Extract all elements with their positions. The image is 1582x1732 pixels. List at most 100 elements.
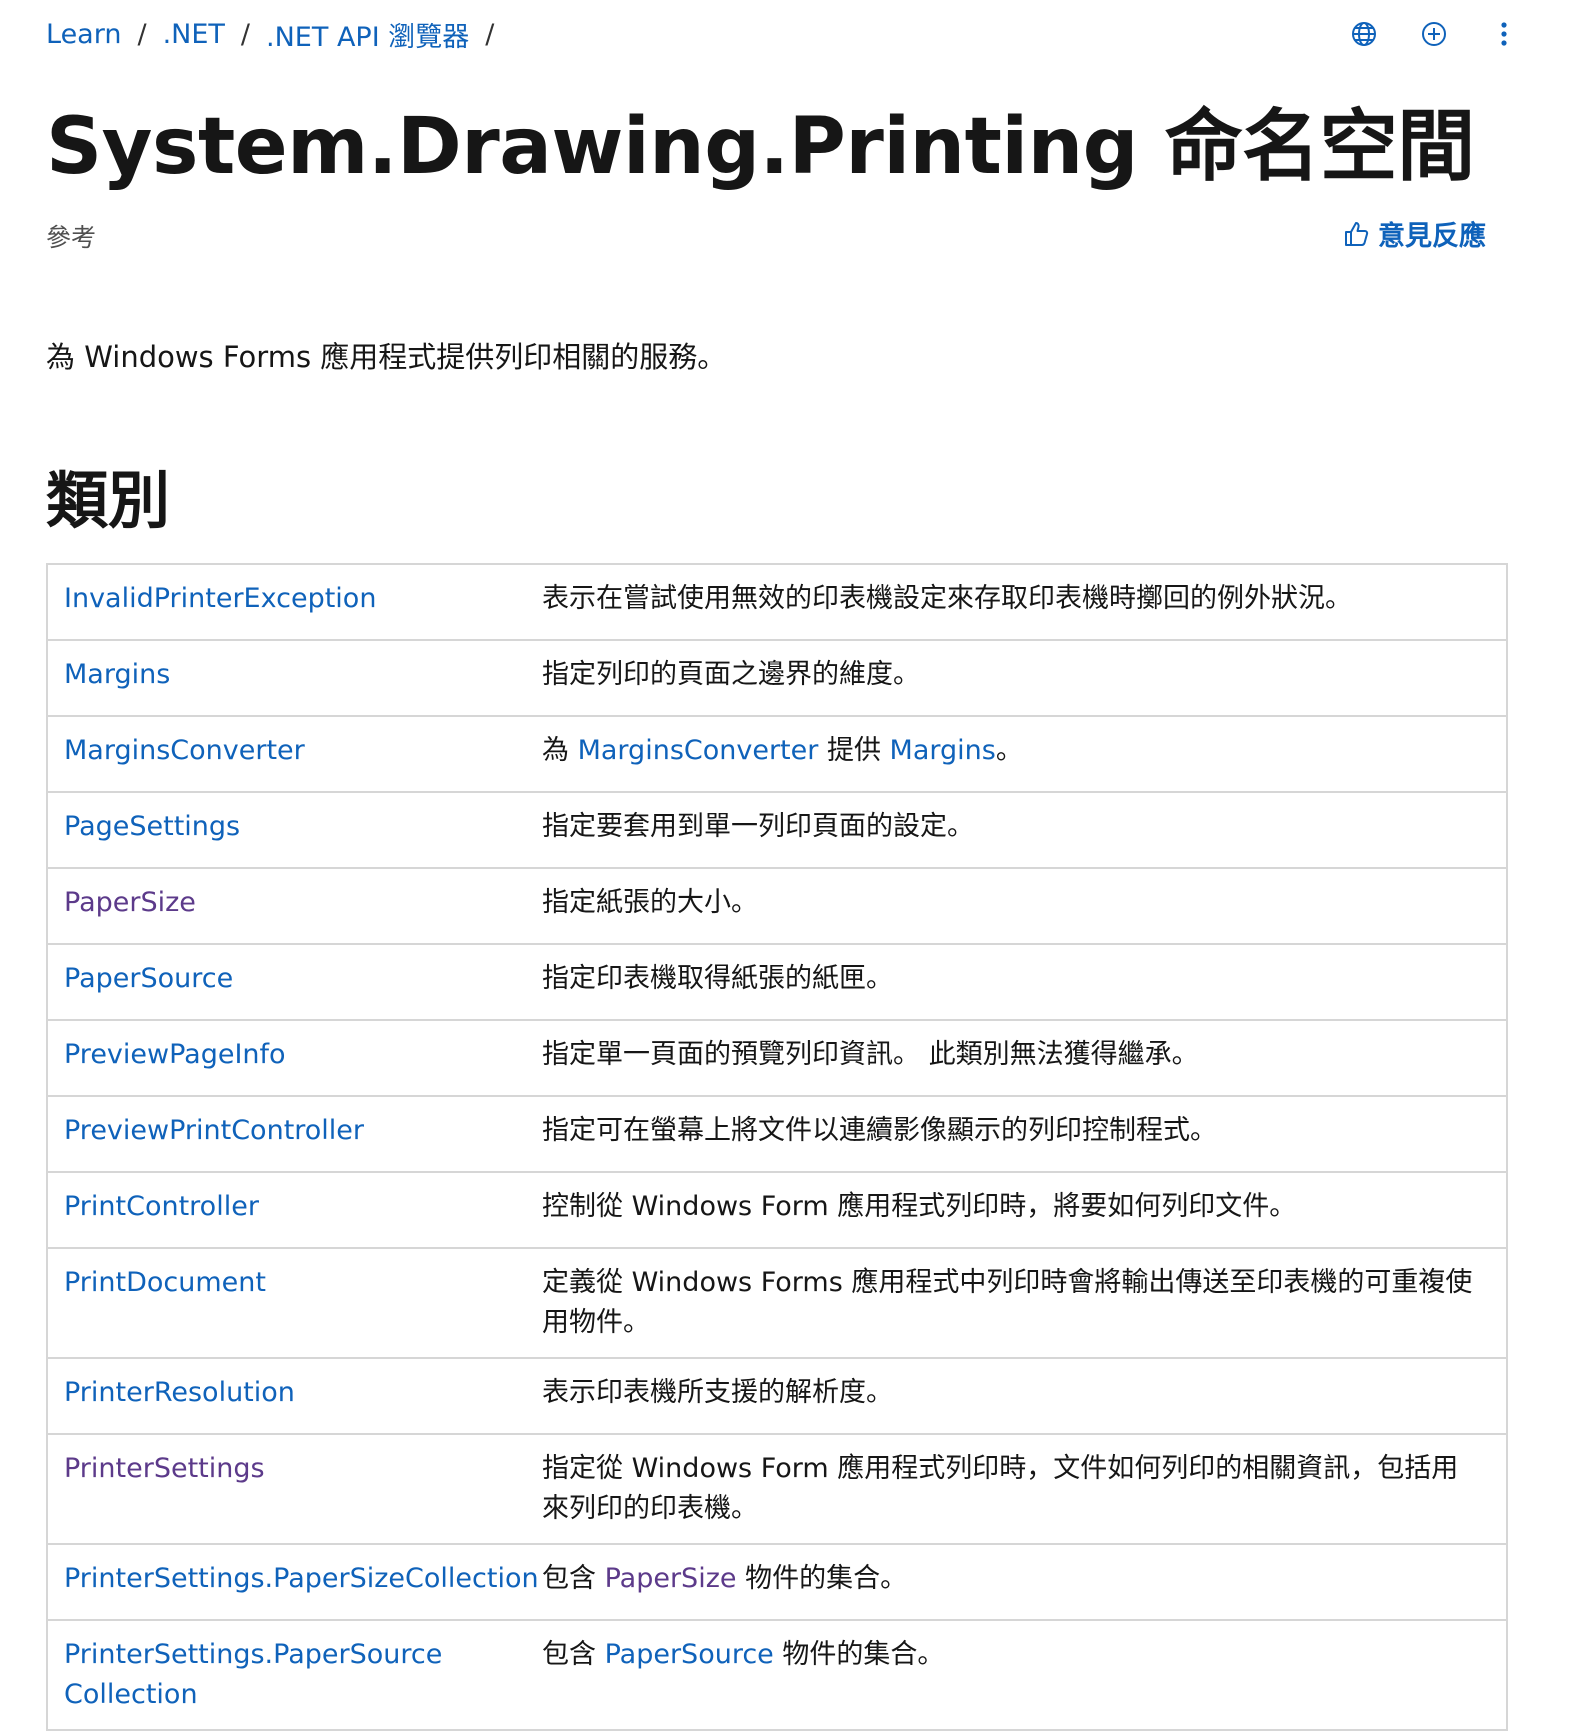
description-text: 指定單一頁面的預覽列印資訊。 此類別無法獲得繼承。: [542, 1039, 1199, 1070]
plus-circle-icon: [1422, 22, 1446, 46]
table-row: PaperSize 指定紙張的大小。: [46, 867, 1508, 945]
class-description-cell: 指定紙張的大小。: [528, 867, 1508, 945]
table-row: Margins 指定列印的頁面之邊界的維度。: [46, 639, 1508, 717]
description-text: 物件的集合。: [736, 1563, 908, 1594]
description-link[interactable]: Margins: [890, 735, 996, 766]
table-row: PrinterSettings.PaperSource Collection 包含 …: [46, 1619, 1508, 1731]
breadcrumb-api-browser[interactable]: .NET API 瀏覽器: [266, 15, 469, 54]
class-link-text: Collection: [64, 1679, 198, 1710]
description-text: 指定從 Windows Form 應用程式列印時，文件如何列印的相關資訊，包括用: [542, 1453, 1459, 1484]
description-link[interactable]: PaperSize: [605, 1563, 737, 1594]
class-name-cell: InvalidPrinterException: [46, 563, 528, 641]
class-description-cell: 指定從 Windows Form 應用程式列印時，文件如何列印的相關資訊，包括用…: [528, 1433, 1508, 1545]
class-description-cell: 定義從 Windows Forms 應用程式中列印時會將輸出傳送至印表機的可重複…: [528, 1247, 1508, 1359]
breadcrumb-separator: /: [485, 18, 495, 50]
top-actions: [1346, 16, 1522, 52]
class-link[interactable]: PrinterSettings: [64, 1453, 265, 1484]
table-row: PrinterResolution 表示印表機所支援的解析度。: [46, 1357, 1508, 1435]
class-description-cell: 指定可在螢幕上將文件以連續影像顯示的列印控制程式。: [528, 1095, 1508, 1173]
class-description-cell: 表示在嘗試使用無效的印表機設定來存取印表機時擲回的例外狀況。: [528, 563, 1508, 641]
description-text: 來列印的印表機。: [542, 1493, 758, 1524]
table-row: PreviewPageInfo 指定單一頁面的預覽列印資訊。 此類別無法獲得繼承。: [46, 1019, 1508, 1097]
description-text: 包含: [542, 1639, 605, 1670]
add-to-collection-button[interactable]: [1416, 16, 1452, 52]
class-name-cell: PreviewPageInfo: [46, 1019, 528, 1097]
class-name-cell: PrintController: [46, 1171, 528, 1249]
more-vertical-icon: [1501, 22, 1507, 46]
class-description-cell: 包含 PaperSource 物件的集合。: [528, 1619, 1508, 1731]
class-link[interactable]: PrinterResolution: [64, 1377, 295, 1408]
class-link[interactable]: PreviewPrintController: [64, 1115, 364, 1146]
class-link[interactable]: Margins: [64, 659, 170, 690]
class-link[interactable]: PageSettings: [64, 811, 240, 842]
class-name-cell: PaperSize: [46, 867, 528, 945]
description-text: 指定要套用到單一列印頁面的設定。: [542, 811, 974, 842]
globe-icon: [1352, 22, 1376, 46]
class-name-cell: PrinterSettings.PaperSizeCollection: [46, 1543, 539, 1621]
class-name-cell: PrinterSettings: [46, 1433, 528, 1545]
classes-heading: 類別: [46, 464, 171, 537]
language-button[interactable]: [1346, 16, 1382, 52]
thumbs-up-icon: [1345, 221, 1369, 246]
description-text: 指定紙張的大小。: [542, 887, 758, 918]
class-description-cell: 指定列印的頁面之邊界的維度。: [528, 639, 1508, 717]
class-description-cell: 指定要套用到單一列印頁面的設定。: [528, 791, 1508, 869]
class-description-cell: 表示印表機所支援的解析度。: [528, 1357, 1508, 1435]
class-link[interactable]: MarginsConverter: [64, 735, 305, 766]
description-text: 指定印表機取得紙張的紙匣。: [542, 963, 893, 994]
class-link[interactable]: PrintController: [64, 1191, 259, 1222]
class-link[interactable]: PrintDocument: [64, 1267, 266, 1298]
top-bar: Learn / .NET / .NET API 瀏覽器 /: [46, 14, 1522, 54]
table-row: PrintDocument 定義從 Windows Forms 應用程式中列印時會…: [46, 1247, 1508, 1359]
class-link[interactable]: PaperSize: [64, 887, 196, 918]
description-text: 。: [995, 735, 1023, 766]
breadcrumb-separator: /: [137, 18, 147, 50]
page-title: System.Drawing.Printing 命名空間: [46, 102, 1475, 192]
description-text: 指定列印的頁面之邊界的維度。: [542, 659, 920, 690]
table-row: MarginsConverter 為 MarginsConverter 提供 Ma…: [46, 715, 1508, 793]
class-name-cell: PreviewPrintController: [46, 1095, 528, 1173]
breadcrumb-learn[interactable]: Learn: [46, 19, 121, 50]
breadcrumb-dotnet[interactable]: .NET: [163, 19, 225, 50]
description-text: 控制從 Windows Form 應用程式列印時，將要如何列印文件。: [542, 1191, 1297, 1222]
class-link-text: PrinterSettings.PaperSource: [64, 1639, 443, 1670]
class-link[interactable]: InvalidPrinterException: [64, 583, 376, 614]
description-text: 為: [542, 735, 578, 766]
class-name-cell: PrinterSettings.PaperSource Collection: [46, 1619, 528, 1731]
description-text: 提供: [818, 735, 890, 766]
table-row: PrintController 控制從 Windows Form 應用程式列印時，…: [46, 1171, 1508, 1249]
reference-label: 參考: [46, 223, 97, 252]
description-text: 包含: [542, 1563, 605, 1594]
description-link[interactable]: PaperSource: [605, 1639, 774, 1670]
description-text: 指定可在螢幕上將文件以連續影像顯示的列印控制程式。: [542, 1115, 1217, 1146]
table-row: PaperSource 指定印表機取得紙張的紙匣。: [46, 943, 1508, 1021]
description-text: 用物件。: [542, 1307, 650, 1338]
class-link[interactable]: PrinterSettings.PaperSizeCollection: [64, 1563, 539, 1594]
class-name-cell: PrinterResolution: [46, 1357, 528, 1435]
classes-table-container: InvalidPrinterException 表示在嘗試使用無效的印表機設定來存…: [46, 563, 1508, 1731]
breadcrumb: Learn / .NET / .NET API 瀏覽器 /: [46, 15, 510, 54]
class-link[interactable]: PrinterSettings.PaperSource Collection: [64, 1639, 442, 1710]
namespace-summary: 為 Windows Forms 應用程式提供列印相關的服務。: [46, 340, 727, 374]
class-name-cell: Margins: [46, 639, 528, 717]
description-text: 表示印表機所支援的解析度。: [542, 1377, 893, 1408]
class-link[interactable]: PreviewPageInfo: [64, 1039, 286, 1070]
feedback-label: 意見反應: [1378, 221, 1486, 252]
breadcrumb-separator: /: [240, 18, 251, 50]
table-row: PreviewPrintController 指定可在螢幕上將文件以連續影像顯示的…: [46, 1095, 1508, 1173]
more-options-button[interactable]: [1486, 16, 1522, 52]
description-text: 定義從 Windows Forms 應用程式中列印時會將輸出傳送至印表機的可重複…: [542, 1267, 1473, 1298]
table-row: PrinterSettings 指定從 Windows Form 應用程式列印時，…: [46, 1433, 1508, 1545]
table-row: PageSettings 指定要套用到單一列印頁面的設定。: [46, 791, 1508, 869]
class-name-cell: PageSettings: [46, 791, 528, 869]
class-link[interactable]: PaperSource: [64, 963, 233, 994]
classes-table: InvalidPrinterException 表示在嘗試使用無效的印表機設定來存…: [46, 563, 1508, 1731]
table-row: InvalidPrinterException 表示在嘗試使用無效的印表機設定來存…: [46, 563, 1508, 641]
description-link[interactable]: MarginsConverter: [578, 735, 819, 766]
description-text: 物件的集合。: [773, 1639, 945, 1670]
feedback-button[interactable]: 意見反應: [1342, 214, 1486, 253]
description-text: 表示在嘗試使用無效的印表機設定來存取印表機時擲回的例外狀況。: [542, 583, 1352, 614]
class-description-cell: 指定單一頁面的預覽列印資訊。 此類別無法獲得繼承。: [528, 1019, 1508, 1097]
class-name-cell: PrintDocument: [46, 1247, 528, 1359]
class-description-cell: 包含 PaperSize 物件的集合。: [528, 1543, 1508, 1621]
